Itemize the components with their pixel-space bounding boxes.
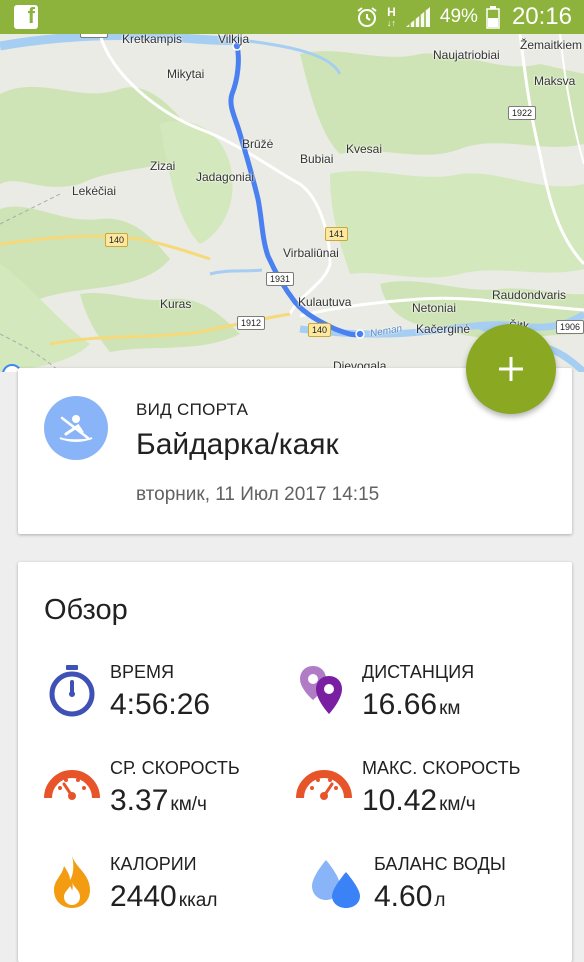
stat-time: ВРЕМЯ 4:56:26 [44, 662, 304, 742]
signal-bars-icon [405, 7, 430, 27]
map-label: Raudondvaris [492, 288, 567, 302]
map-label: Brūžė [242, 137, 274, 151]
map-label: Virbaliūnai [283, 246, 339, 260]
stat-value: 4:56:26 [110, 688, 211, 721]
map-label: Žemaitkiem [520, 38, 583, 52]
facebook-icon: f [14, 3, 38, 29]
speedometer-icon [44, 770, 100, 800]
map-label: Kvesai [346, 142, 383, 156]
stat-label: ДИСТАНЦИЯ [362, 662, 475, 682]
route-map[interactable]: Kretkampis Vilkija Naujatriobiai Žemaitk… [0, 34, 584, 372]
clock: 20:16 [511, 3, 572, 30]
sport-type-value: Байдарка/каяк [136, 428, 339, 461]
plus-icon [499, 357, 523, 381]
speedometer-max-icon [296, 770, 352, 800]
stat-calories: КАЛОРИИ 2440 ккал [44, 854, 304, 934]
map-label: Mikytai [167, 67, 205, 81]
map-label: Maksva [534, 74, 576, 88]
stopwatch-icon [49, 665, 95, 717]
stat-label: ВРЕМЯ [110, 662, 175, 682]
add-button[interactable] [466, 324, 556, 414]
overview-card: Обзор ВРЕМЯ 4:56:26 ДИСТАНЦИЯ 16.66км С [18, 562, 572, 962]
battery-percent: 49% [439, 6, 478, 27]
road-shield: 141 [325, 227, 349, 241]
stat-value: 16.66 км [362, 688, 461, 721]
stat-value: 10.42 км/ч [362, 784, 476, 817]
stat-distance: ДИСТАНЦИЯ 16.66 км [296, 662, 556, 742]
map-label: Vilkija [218, 34, 250, 46]
map-label: Kulautuva [298, 295, 352, 309]
stat-avg-speed: СР. СКОРОСТЬ 3.37 км/ч [44, 758, 304, 838]
road-shield: 140 [105, 233, 129, 247]
road-shield: 140 [308, 323, 332, 337]
stat-water: БАЛАНС ВОДЫ 4.60 л [308, 854, 568, 934]
map-label: Netoniai [412, 301, 457, 315]
stat-value: 2440 ккал [110, 880, 218, 913]
road-shield: 1922 [508, 106, 537, 120]
map-label: Jadagoniai [196, 170, 255, 184]
map-label: Kretkampis [122, 34, 183, 46]
workout-date: вторник, 11 Июл 2017 14:15 [136, 484, 380, 505]
map-canvas [0, 34, 584, 372]
water-drops-icon [312, 860, 360, 908]
map-label: Kačerginė [416, 322, 471, 336]
road-shield: 1906 [556, 320, 584, 334]
status-bar: f H ↓↑ 49% 20:16 [0, 0, 584, 34]
stat-max-speed: МАКС. СКОРОСТЬ 10.42 км/ч [296, 758, 556, 838]
network-type-indicator: H ↓↑ [386, 4, 396, 28]
alarm-clock-icon [357, 7, 377, 27]
stat-value: 4.60 л [374, 880, 446, 913]
stat-label: СР. СКОРОСТЬ [110, 758, 240, 778]
map-pins-icon [300, 666, 342, 714]
road-shield: 1931 [266, 272, 295, 286]
map-label: Lekėčiai [72, 184, 117, 198]
flame-icon [54, 856, 90, 908]
road-shield: 1931 [80, 34, 109, 38]
battery-icon [486, 6, 500, 29]
stat-label: МАКС. СКОРОСТЬ [362, 758, 521, 778]
stat-value: 3.37 км/ч [110, 784, 207, 817]
road-shield: 1912 [237, 316, 266, 330]
overview-title: Обзор [44, 594, 128, 626]
map-label: Kuras [160, 297, 192, 311]
stat-label: КАЛОРИИ [110, 854, 197, 874]
stat-label: БАЛАНС ВОДЫ [374, 854, 506, 874]
sport-type-label: ВИД СПОРТА [136, 400, 249, 419]
kayak-icon [44, 396, 108, 460]
map-label: Zizai [150, 159, 176, 173]
map-label: Naujatriobiai [433, 48, 500, 62]
map-label: Bubiai [300, 152, 334, 166]
